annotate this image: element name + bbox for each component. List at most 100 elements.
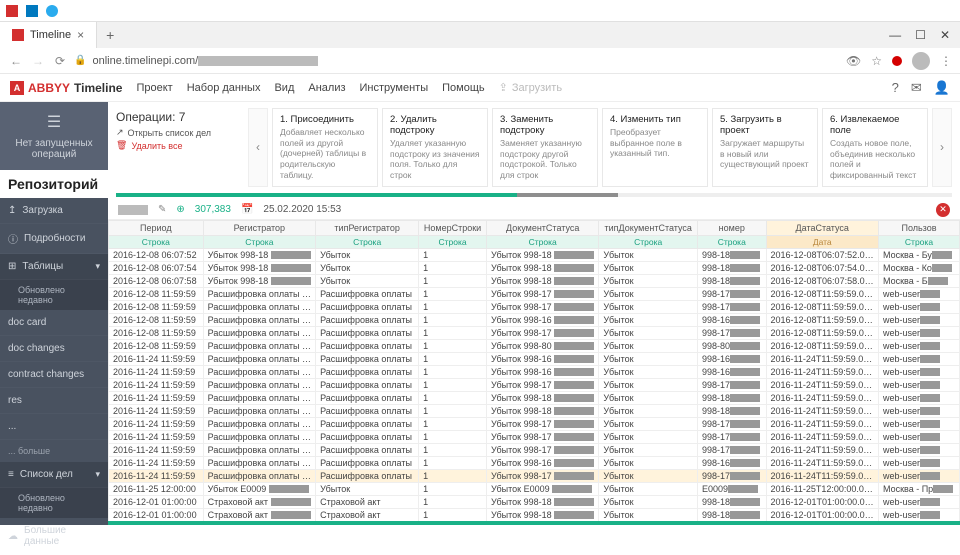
cell[interactable]: 1: [419, 417, 487, 430]
cell[interactable]: Убыток: [599, 365, 698, 378]
cell[interactable]: Убыток: [599, 391, 698, 404]
cell[interactable]: 2016-12-08 11:59:59: [109, 300, 204, 313]
cell[interactable]: Убыток: [599, 300, 698, 313]
table-row[interactable]: 2016-12-08 11:59:59Расшифровка оплаты Ра…: [109, 300, 960, 313]
sidebar-item-upload[interactable]: ↥ Загрузка: [0, 198, 108, 224]
cell[interactable]: 998-17: [697, 443, 766, 456]
globe-icon[interactable]: ⊕: [176, 204, 184, 215]
operation-card[interactable]: 5. Загрузить в проектЗагружает маршруты …: [712, 108, 818, 187]
cell[interactable]: 998-18: [697, 508, 766, 521]
cell[interactable]: web-user: [878, 300, 959, 313]
cell[interactable]: Убыток: [599, 469, 698, 482]
cell[interactable]: Расшифровка оплаты: [316, 326, 419, 339]
cell[interactable]: web-user: [878, 404, 959, 417]
data-table-wrap[interactable]: ПериодРегистратортипРегистраторНомерСтро…: [108, 219, 960, 522]
cell[interactable]: web-user: [878, 326, 959, 339]
minimize-icon[interactable]: —: [889, 28, 901, 42]
cell[interactable]: Убыток: [599, 456, 698, 469]
cell[interactable]: 2016-12-08 06:07:58: [109, 274, 204, 287]
cell[interactable]: Расшифровка оплаты: [316, 352, 419, 365]
cell[interactable]: web-user: [878, 339, 959, 352]
sidebar-table-item[interactable]: doc changes: [0, 336, 108, 362]
cell[interactable]: 2016-12-08 06:07:52: [109, 248, 204, 261]
cell[interactable]: 2016-11-24T11:59:59.000Z: [766, 404, 878, 417]
star-icon[interactable]: ☆: [871, 54, 882, 68]
cell[interactable]: web-user: [878, 495, 959, 508]
cell[interactable]: Расшифровка оплаты: [316, 404, 419, 417]
cell[interactable]: 2016-11-24T11:59:59.000Z: [766, 417, 878, 430]
table-row[interactable]: 2016-11-24 11:59:59Расшифровка оплаты Ра…: [109, 365, 960, 378]
table-row[interactable]: 2016-12-08 11:59:59Расшифровка оплаты Ра…: [109, 313, 960, 326]
cell[interactable]: Расшифровка оплаты: [316, 456, 419, 469]
table-row[interactable]: 2016-11-24 11:59:59Расшифровка оплаты Ра…: [109, 352, 960, 365]
cell[interactable]: Расшифровка оплаты: [316, 469, 419, 482]
cell[interactable]: 2016-12-01T01:00:00.000Z: [766, 495, 878, 508]
table-row[interactable]: 2016-11-24 11:59:59Расшифровка оплаты Ра…: [109, 391, 960, 404]
col-header[interactable]: ДатаСтатуса: [766, 220, 878, 235]
cell[interactable]: Убыток 998-17: [486, 443, 598, 456]
cell[interactable]: Убыток 998-18: [486, 261, 598, 274]
menu-dataset[interactable]: Набор данных: [187, 82, 261, 94]
cell[interactable]: Расшифровка оплаты: [316, 391, 419, 404]
cell[interactable]: Расшифровка оплаты: [316, 339, 419, 352]
cell[interactable]: 2016-11-24 11:59:59: [109, 430, 204, 443]
cell[interactable]: Убыток: [316, 261, 419, 274]
cell[interactable]: Расшифровка оплаты: [316, 300, 419, 313]
cell[interactable]: Убыток: [599, 508, 698, 521]
cell[interactable]: 2016-12-08T11:59:59.000Z: [766, 300, 878, 313]
cell[interactable]: 2016-11-24T11:59:59.000Z: [766, 391, 878, 404]
operation-card[interactable]: 3. Заменить подстрокуЗаменяет указанную …: [492, 108, 598, 187]
cell[interactable]: 998-18: [697, 274, 766, 287]
cell[interactable]: 1: [419, 495, 487, 508]
delete-all-link[interactable]: 🗑 Удалить все: [116, 140, 244, 151]
menu-icon[interactable]: ⋮: [940, 54, 952, 68]
cell[interactable]: 2016-12-08 11:59:59: [109, 339, 204, 352]
ext-red-icon[interactable]: [892, 56, 902, 66]
profile-avatar[interactable]: [912, 52, 930, 70]
ext-icon[interactable]: [26, 5, 38, 17]
cell[interactable]: 998-18: [697, 261, 766, 274]
cell[interactable]: 1: [419, 456, 487, 469]
close-window-icon[interactable]: ✕: [940, 28, 950, 42]
sidebar-table-item[interactable]: ...: [0, 414, 108, 440]
cell[interactable]: Убыток 998-17: [486, 326, 598, 339]
cell[interactable]: Убыток: [599, 417, 698, 430]
operation-card[interactable]: 4. Изменить типПреобразует выбранное пол…: [602, 108, 708, 187]
cell[interactable]: 1: [419, 482, 487, 495]
cell[interactable]: Убыток: [599, 404, 698, 417]
sidebar-more[interactable]: ... больше: [0, 440, 108, 462]
table-row[interactable]: 2016-12-08 06:07:58Убыток 998-18 Убыток1…: [109, 274, 960, 287]
cell[interactable]: Убыток: [599, 313, 698, 326]
menu-view[interactable]: Вид: [274, 82, 294, 94]
cell[interactable]: 998-18: [697, 248, 766, 261]
cell[interactable]: 2016-11-24 11:59:59: [109, 417, 204, 430]
table-row[interactable]: 2016-12-08 06:07:54Убыток 998-18 Убыток1…: [109, 261, 960, 274]
cell[interactable]: Страховой акт: [203, 508, 315, 521]
cell[interactable]: Расшифровка оплаты: [203, 417, 315, 430]
cell[interactable]: 2016-12-01 01:00:00: [109, 508, 204, 521]
url-text[interactable]: online.timelinepi.com/: [92, 55, 318, 67]
cell[interactable]: Убыток: [599, 261, 698, 274]
cell[interactable]: 2016-11-24 11:59:59: [109, 404, 204, 417]
cell[interactable]: Москва - Б: [878, 274, 959, 287]
cell[interactable]: 2016-11-24 11:59:59: [109, 352, 204, 365]
table-row[interactable]: 2016-11-25 12:00:00Убыток E0009 Убыток1У…: [109, 482, 960, 495]
eye-icon[interactable]: 👁: [846, 54, 861, 68]
browser-tab[interactable]: Timeline ×: [0, 22, 97, 48]
cell[interactable]: Убыток: [599, 495, 698, 508]
ops-next-button[interactable]: ›: [932, 108, 952, 187]
app-logo[interactable]: A ABBYY Timeline: [10, 81, 122, 95]
table-row[interactable]: 2016-12-08 11:59:59Расшифровка оплаты Ра…: [109, 287, 960, 300]
cell[interactable]: web-user: [878, 469, 959, 482]
cell[interactable]: 1: [419, 287, 487, 300]
col-header[interactable]: Период: [109, 220, 204, 235]
cell[interactable]: Расшифровка оплаты: [203, 300, 315, 313]
cell[interactable]: Убыток: [316, 482, 419, 495]
cell[interactable]: Расшифровка оплаты: [203, 456, 315, 469]
cell[interactable]: 1: [419, 300, 487, 313]
cell[interactable]: web-user: [878, 287, 959, 300]
cell[interactable]: 2016-12-08 11:59:59: [109, 287, 204, 300]
sidebar-table-item[interactable]: doc card: [0, 310, 108, 336]
cell[interactable]: 2016-11-24T11:59:59.000Z: [766, 443, 878, 456]
cell[interactable]: 2016-11-24 11:59:59: [109, 391, 204, 404]
